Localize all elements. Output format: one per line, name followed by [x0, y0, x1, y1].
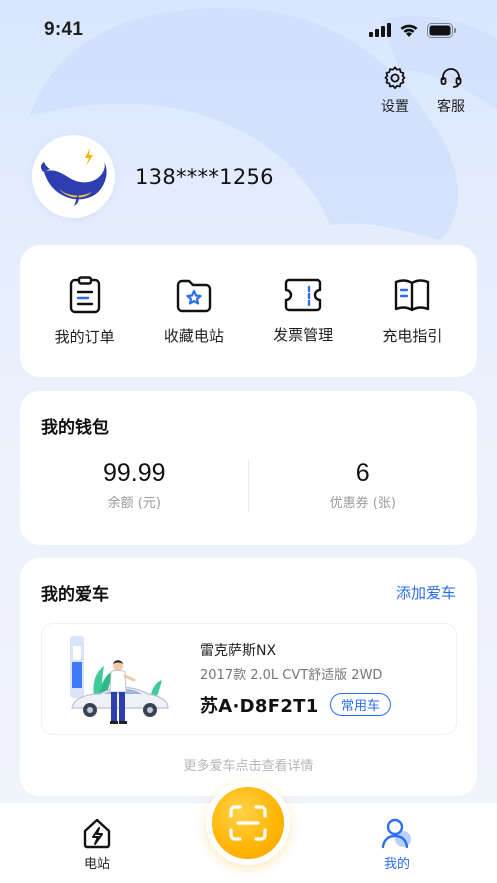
tab-station-label: 电站 — [83, 857, 110, 872]
car-name: 雷克萨斯NX — [200, 643, 277, 659]
balance-stat[interactable]: 99.99 余额 (元) — [20, 459, 249, 511]
customer-service-button[interactable]: 客服 — [437, 66, 465, 116]
service-label: 客服 — [437, 99, 465, 115]
favorite-stations-button[interactable]: 收藏电站 — [144, 277, 244, 346]
tab-mine-label: 我的 — [383, 857, 410, 872]
coupon-label: 优惠券 (张) — [329, 496, 396, 511]
quick-actions-card: 我的订单 收藏电站 发票管理 充电指引 — [20, 245, 477, 377]
status-time: 9:41 — [44, 19, 84, 40]
my-orders-button[interactable]: 我的订单 — [35, 275, 135, 347]
scan-icon — [229, 805, 267, 841]
gear-icon — [384, 66, 406, 90]
battery-icon — [427, 22, 456, 38]
user-icon — [381, 818, 411, 849]
wallet-card: 我的钱包 99.99 余额 (元) 6 优惠券 (张) — [20, 391, 477, 545]
avatar[interactable] — [32, 135, 115, 218]
status-bar: 9:41 — [0, 0, 497, 60]
profile-section: 138****1256 — [32, 135, 274, 218]
car-item[interactable]: 雷克萨斯NX 2017款 2.0L CVT舒适版 2WD 苏A·D8F2T1 常… — [41, 623, 457, 735]
car-illustration — [70, 636, 169, 724]
charging-guide-button[interactable]: 充电指引 — [362, 277, 462, 346]
balance-label: 余额 (元) — [107, 496, 161, 511]
wallet-title: 我的钱包 — [41, 418, 109, 438]
order-icon — [69, 275, 100, 313]
headset-icon — [440, 68, 462, 88]
quick-item-label: 充电指引 — [382, 326, 443, 345]
coupon-value: 6 — [355, 459, 370, 487]
tab-station[interactable]: 电站 — [80, 817, 114, 872]
scan-button[interactable] — [206, 781, 290, 865]
coupon-stat[interactable]: 6 优惠券 (张) — [249, 459, 478, 511]
signal-icon — [369, 23, 391, 37]
my-cars-card: 我的爱车 添加爱车 雷克萨斯NX 2017款 2.0L CVT舒适版 2WD 苏… — [20, 558, 477, 796]
tab-mine[interactable]: 我的 — [380, 817, 414, 872]
favorite-folder-icon — [176, 279, 212, 312]
car-spec: 2017款 2.0L CVT舒适版 2WD — [200, 668, 383, 683]
default-car-badge: 常用车 — [330, 693, 392, 716]
top-actions: 设置 客服 — [381, 66, 465, 116]
quick-item-label: 发票管理 — [273, 325, 334, 344]
user-phone: 138****1256 — [135, 164, 274, 189]
balance-value: 99.99 — [102, 459, 166, 487]
car-plate: 苏A·D8F2T1 — [200, 696, 319, 717]
add-car-link[interactable]: 添加爱车 — [396, 582, 456, 603]
wifi-icon — [400, 24, 418, 37]
station-icon — [83, 818, 111, 849]
guide-book-icon — [395, 278, 430, 311]
quick-item-label: 我的订单 — [54, 327, 115, 346]
status-icons — [369, 22, 457, 38]
wallet-divider — [248, 459, 249, 513]
whale-avatar-icon — [40, 147, 107, 206]
quick-item-label: 收藏电站 — [163, 326, 224, 345]
invoice-management-button[interactable]: 发票管理 — [253, 278, 353, 345]
more-cars-hint[interactable]: 更多爱车点击查看详情 — [20, 755, 477, 774]
settings-label: 设置 — [381, 99, 409, 115]
cars-title: 我的爱车 — [41, 585, 109, 605]
settings-button[interactable]: 设置 — [381, 66, 409, 116]
invoice-icon — [284, 278, 322, 311]
